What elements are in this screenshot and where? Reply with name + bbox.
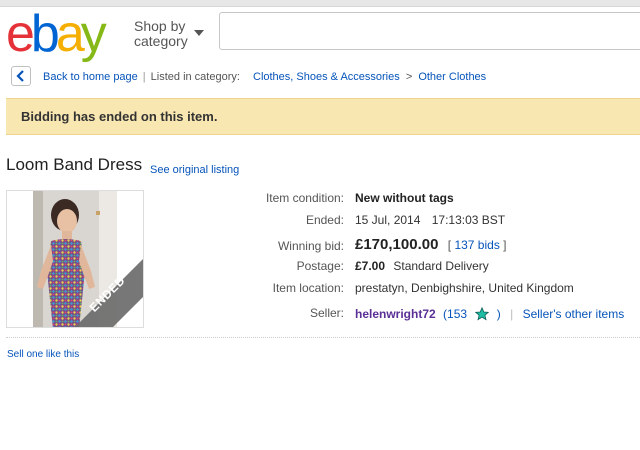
postage-method: Standard Delivery — [393, 259, 489, 273]
ended-date: 15 Jul, 2014 — [355, 213, 421, 227]
winning-bid-value: £170,100.00 [ 137 bids ] — [355, 236, 507, 253]
sellers-other-items-link[interactable]: Seller's other items — [523, 307, 625, 321]
postage-label: Postage: — [296, 259, 344, 273]
sell-one-like-this-link[interactable]: Sell one like this — [7, 349, 79, 360]
back-to-home-link[interactable]: Back to home page — [43, 71, 138, 83]
category-label: category — [134, 33, 188, 49]
condition-label: Item condition: — [265, 191, 344, 205]
shop-by-category-button[interactable]: Shop by category — [134, 18, 204, 49]
bids-open-bracket: [ — [447, 238, 452, 252]
ended-badge-ribbon — [75, 259, 143, 327]
location-label: Item location: — [272, 281, 344, 295]
listed-in-label: Listed in category: — [150, 71, 240, 83]
ended-value: 15 Jul, 2014 17:13:03 BST — [355, 213, 505, 227]
breadcrumb-separator: > — [405, 71, 413, 83]
back-button[interactable] — [11, 66, 31, 86]
logo-letter-b: b — [30, 5, 60, 63]
banner-text: Bidding has ended on this item. — [21, 109, 218, 124]
shop-by-label: Shop by — [134, 18, 186, 34]
see-original-listing-link[interactable]: See original listing — [150, 164, 239, 176]
seller-score-close: ) — [496, 307, 501, 321]
breadcrumb-divider: | — [142, 71, 146, 83]
winning-price: £170,100.00 — [355, 236, 439, 253]
item-image[interactable]: ENDED — [6, 190, 144, 328]
divider — [6, 337, 640, 338]
seller-name-link[interactable]: helenwright72 — [355, 307, 436, 321]
logo-letter-a: a — [55, 5, 85, 63]
breadcrumb: Back to home page | Listed in category: Cl… — [43, 71, 486, 83]
postage-value: £7.00 Standard Delivery — [355, 259, 489, 273]
chevron-left-icon — [16, 70, 24, 82]
logo-letter-y: y — [80, 5, 107, 63]
ended-label: Ended: — [305, 213, 344, 227]
subcategory-link[interactable]: Other Clothes — [418, 71, 486, 83]
search-input[interactable] — [219, 12, 640, 50]
seller-divider: | — [510, 307, 514, 321]
seller-info: helenwright72 (153 ) | Seller's other it… — [355, 306, 625, 321]
page-title: Loom Band Dress — [6, 155, 143, 174]
star-icon — [475, 306, 490, 321]
bids-link[interactable]: 137 bids — [454, 238, 499, 252]
winning-bid-label: Winning bid: — [277, 239, 344, 253]
status-banner: Bidding has ended on this item. — [6, 98, 640, 135]
ebay-logo[interactable]: ebay — [6, 5, 107, 63]
chevron-down-icon — [194, 30, 204, 36]
seller-score[interactable]: (153 — [443, 307, 467, 321]
logo-letter-e: e — [6, 5, 35, 63]
postage-price: £7.00 — [355, 259, 386, 273]
category-link[interactable]: Clothes, Shoes & Accessories — [253, 71, 400, 83]
ended-time: 17:13:03 BST — [431, 213, 506, 227]
condition-value: New without tags — [355, 191, 454, 205]
seller-label: Seller: — [309, 306, 344, 320]
location-value: prestatyn, Denbighshire, United Kingdom — [355, 281, 574, 295]
bids-close-bracket: ] — [503, 238, 507, 252]
